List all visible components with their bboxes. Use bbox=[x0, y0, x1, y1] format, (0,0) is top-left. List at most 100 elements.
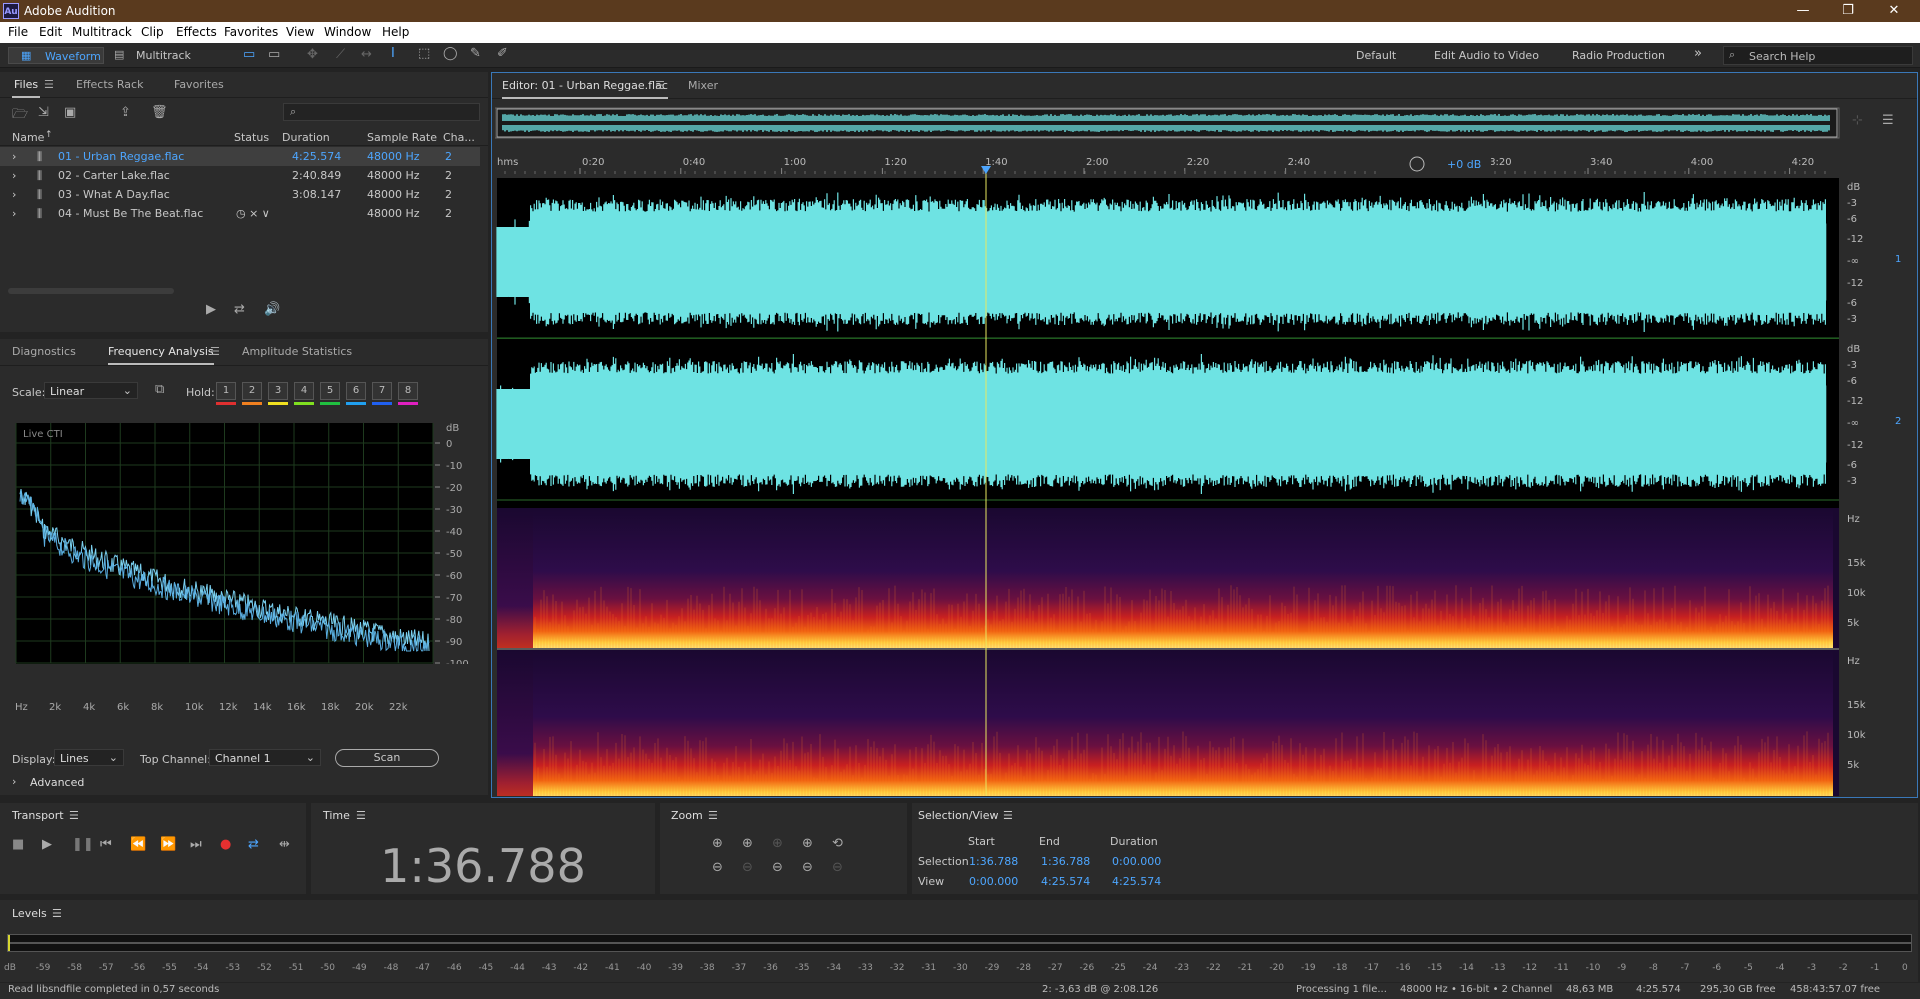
file-row[interactable]: › ⫼ 04 - Must Be The Beat.flac ◷ × ∨ 480… bbox=[0, 204, 480, 223]
expand-icon[interactable]: › bbox=[12, 147, 16, 166]
file-row[interactable]: › ⫼ 02 - Carter Lake.flac 2:40.849 48000… bbox=[0, 166, 480, 185]
view-end[interactable]: 4:25.574 bbox=[1041, 875, 1090, 888]
tab-editor[interactable]: Editor: 01 - Urban Reggae.flac bbox=[502, 73, 668, 99]
play-icon[interactable]: ▶ bbox=[42, 837, 52, 852]
hold-button-3[interactable]: 3 bbox=[268, 382, 288, 400]
new-file-icon[interactable]: ▣ bbox=[64, 105, 76, 120]
selection-menu-icon[interactable]: ☰ bbox=[1003, 809, 1013, 822]
view-start[interactable]: 0:00.000 bbox=[969, 875, 1018, 888]
file-row[interactable]: › ⫼ 01 - Urban Reggae.flac 4:25.574 4800… bbox=[0, 147, 480, 166]
minimize-button[interactable]: — bbox=[1785, 2, 1821, 20]
top-channel-select[interactable]: Channel 1 ⌄ bbox=[209, 749, 321, 766]
hold-button-1[interactable]: 1 bbox=[216, 382, 236, 400]
zoom-out-amplitude-icon[interactable]: ⊖ bbox=[712, 860, 723, 875]
tab-favorites[interactable]: Favorites bbox=[174, 72, 224, 98]
menu-effects[interactable]: Effects bbox=[176, 25, 217, 39]
search-help-field[interactable]: ⌕ Search Help bbox=[1723, 46, 1913, 65]
workspace-radio-production[interactable]: Radio Production bbox=[1572, 49, 1665, 62]
col-sample-rate[interactable]: Sample Rate bbox=[367, 131, 437, 144]
hold-button-7[interactable]: 7 bbox=[372, 382, 392, 400]
menu-help[interactable]: Help bbox=[382, 25, 409, 39]
scan-button[interactable]: Scan bbox=[335, 749, 439, 767]
zoom-in-selection-icon[interactable]: ⊕ bbox=[772, 836, 783, 851]
zoom-in-start-icon[interactable]: ⊕ bbox=[802, 836, 813, 851]
advanced-expand-icon[interactable]: › bbox=[12, 775, 16, 788]
lasso-tool-icon[interactable]: ◯ bbox=[443, 46, 458, 61]
hold-button-4[interactable]: 4 bbox=[294, 382, 314, 400]
selection-start[interactable]: 1:36.788 bbox=[969, 855, 1018, 868]
hold-button-2[interactable]: 2 bbox=[242, 382, 262, 400]
zoom-menu-icon[interactable]: ☰ bbox=[708, 809, 718, 822]
zoom-in-time-icon[interactable]: ⊕ bbox=[742, 836, 753, 851]
menu-file[interactable]: File bbox=[8, 25, 28, 39]
zoom-out-end-icon[interactable]: ⊖ bbox=[802, 860, 813, 875]
pause-icon[interactable]: ❚❚ bbox=[72, 837, 94, 852]
maximize-button[interactable]: ❐ bbox=[1830, 2, 1866, 20]
loop-icon[interactable]: ⇄ bbox=[248, 837, 259, 852]
selection-duration[interactable]: 0:00.000 bbox=[1112, 855, 1161, 868]
hud-gain[interactable]: +0 dB bbox=[1447, 158, 1481, 171]
menu-view[interactable]: View bbox=[286, 25, 314, 39]
zoom-in-amplitude-icon[interactable]: ⊕ bbox=[712, 836, 723, 851]
time-menu-icon[interactable]: ☰ bbox=[356, 809, 366, 822]
menu-clip[interactable]: Clip bbox=[141, 25, 164, 39]
waveform-button[interactable]: ▦ Waveform bbox=[8, 47, 104, 64]
files-menu-icon[interactable]: ☰ bbox=[44, 72, 54, 98]
rewind-icon[interactable]: ⏪ bbox=[130, 837, 146, 852]
menu-multitrack[interactable]: Multitrack bbox=[72, 25, 132, 39]
view-duration[interactable]: 4:25.574 bbox=[1112, 875, 1161, 888]
insert-into-multitrack-icon[interactable]: ⇪ bbox=[120, 105, 131, 120]
file-row[interactable]: › ⫼ 03 - What A Day.flac 3:08.147 48000 … bbox=[0, 185, 480, 204]
col-duration[interactable]: Duration bbox=[282, 131, 330, 144]
skip-to-start-icon[interactable]: ⏮ bbox=[100, 837, 112, 852]
col-status[interactable]: Status bbox=[234, 131, 269, 144]
play-preview-icon[interactable]: ▶ bbox=[206, 302, 216, 317]
display-select[interactable]: Lines ⌄ bbox=[54, 749, 124, 766]
lock-to-view-icon[interactable]: ⧉ bbox=[155, 382, 164, 397]
hold-button-6[interactable]: 6 bbox=[346, 382, 366, 400]
multitrack-button[interactable]: ▤ Multitrack bbox=[112, 47, 192, 64]
tab-effects-rack[interactable]: Effects Rack bbox=[76, 72, 143, 98]
selection-end[interactable]: 1:36.788 bbox=[1041, 855, 1090, 868]
razor-tool-icon[interactable]: ⟋ bbox=[336, 47, 345, 62]
menu-edit[interactable]: Edit bbox=[39, 25, 62, 39]
brush-tool-icon[interactable]: ✎ bbox=[470, 46, 481, 61]
tab-files[interactable]: Files bbox=[12, 72, 40, 98]
autoplay-icon[interactable]: 🔊 bbox=[264, 302, 280, 317]
spot-healing-icon[interactable]: ✐ bbox=[497, 46, 508, 61]
tab-mixer[interactable]: Mixer bbox=[688, 73, 718, 99]
tab-amplitude-statistics[interactable]: Amplitude Statistics bbox=[242, 339, 352, 365]
expand-icon[interactable]: › bbox=[12, 185, 16, 204]
spectral-pitch-icon[interactable]: ▭ bbox=[268, 47, 280, 62]
scale-select[interactable]: Linear ⌄ bbox=[44, 382, 138, 399]
files-search-input[interactable]: ⌕ bbox=[283, 103, 480, 121]
slip-tool-icon[interactable]: ↔ bbox=[361, 47, 372, 62]
files-scrollbar[interactable] bbox=[8, 288, 174, 294]
menu-favorites[interactable]: Favorites bbox=[224, 25, 278, 39]
editor-menu-icon[interactable]: ☰ bbox=[655, 73, 665, 99]
zoom-out-full-icon[interactable]: ⊖ bbox=[772, 860, 783, 875]
workspace-edit-audio-to-video[interactable]: Edit Audio to Video bbox=[1434, 49, 1539, 62]
advanced-label[interactable]: Advanced bbox=[30, 776, 84, 789]
col-channels[interactable]: Cha... bbox=[443, 131, 475, 144]
channel-2-label[interactable]: 2 bbox=[1895, 416, 1901, 427]
levels-menu-icon[interactable]: ☰ bbox=[52, 907, 62, 920]
tab-diagnostics[interactable]: Diagnostics bbox=[12, 339, 76, 365]
col-name[interactable]: Name bbox=[12, 131, 44, 144]
expand-icon[interactable]: › bbox=[12, 204, 16, 223]
skip-selection-icon[interactable]: ⇹ bbox=[279, 837, 290, 852]
workspace-default[interactable]: Default bbox=[1356, 49, 1396, 62]
zoom-out-all-icon[interactable]: ⊖ bbox=[832, 860, 843, 875]
transport-menu-icon[interactable]: ☰ bbox=[69, 809, 79, 822]
move-tool-icon[interactable]: ✥ bbox=[307, 47, 318, 62]
close-button[interactable]: ✕ bbox=[1876, 2, 1912, 20]
zoom-out-time-icon[interactable]: ⊖ bbox=[742, 860, 753, 875]
fast-forward-icon[interactable]: ⏩ bbox=[160, 837, 176, 852]
marquee-tool-icon[interactable]: ⬚ bbox=[418, 46, 430, 61]
record-icon[interactable]: ● bbox=[220, 837, 231, 852]
open-file-icon[interactable]: 🗁 bbox=[12, 105, 28, 127]
hold-button-8[interactable]: 8 bbox=[398, 382, 418, 400]
more-workspaces-button[interactable]: » bbox=[1694, 46, 1702, 61]
expand-icon[interactable]: › bbox=[12, 166, 16, 185]
tab-frequency-analysis[interactable]: Frequency Analysis bbox=[108, 339, 214, 365]
